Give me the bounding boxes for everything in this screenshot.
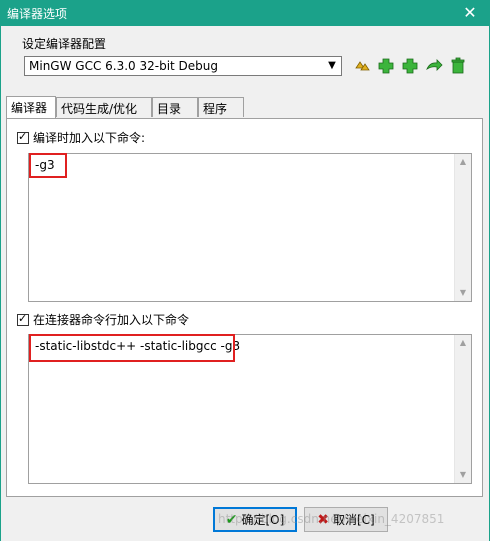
check-icon: ✓ [18, 311, 28, 325]
window-title: 编译器选项 [7, 7, 68, 21]
ok-button-label: 确定[O] [241, 513, 285, 527]
linker-cmd-scrollbar[interactable]: ▲ ▼ [454, 335, 471, 483]
scroll-down-icon[interactable]: ▼ [455, 467, 471, 483]
compile-cmd-checkbox-row[interactable]: ✓ 编译时加入以下命令: [17, 129, 145, 146]
compiler-set-value: MinGW GCC 6.3.0 32-bit Debug [29, 59, 219, 73]
checkmark-icon: ✔ [225, 511, 238, 528]
linker-cmd-checkbox-row[interactable]: ✓ 在连接器命令行加入以下命令 [17, 311, 189, 328]
title-bar: 编译器选项 ✕ [0, 0, 490, 26]
scroll-up-icon[interactable]: ▲ [455, 335, 471, 351]
highlight-box [29, 334, 235, 362]
compile-cmd-scrollbar[interactable]: ▲ ▼ [454, 154, 471, 301]
linker-cmd-checkbox[interactable]: ✓ [17, 311, 29, 326]
compile-cmd-checkbox[interactable]: ✓ [17, 129, 29, 144]
compile-cmd-label: 编译时加入以下命令: [33, 131, 146, 145]
compiler-set-select[interactable]: MinGW GCC 6.3.0 32-bit Debug ▼ [24, 56, 342, 76]
tab-directories[interactable]: 目录 [152, 97, 198, 117]
add-copy-icon[interactable] [400, 56, 420, 76]
chevron-down-icon[interactable]: ▼ [323, 57, 341, 75]
highlight-box [29, 153, 67, 178]
delete-icon[interactable] [448, 56, 468, 76]
compile-cmd-textarea[interactable]: -g3 ▲ ▼ [28, 153, 472, 302]
cancel-button-label: 取消[C] [332, 513, 375, 527]
arrow-right-icon[interactable] [424, 56, 444, 76]
scroll-down-icon[interactable]: ▼ [455, 285, 471, 301]
linker-cmd-label: 在连接器命令行加入以下命令 [33, 313, 190, 327]
ok-button[interactable]: ✔ 确定[O] [213, 507, 297, 532]
tab-programs[interactable]: 程序 [198, 97, 244, 117]
scroll-up-icon[interactable]: ▲ [455, 154, 471, 170]
rename-icon[interactable] [352, 56, 372, 76]
cancel-button[interactable]: ✖ 取消[C] [304, 507, 388, 532]
x-icon: ✖ [317, 511, 329, 528]
check-icon: ✓ [18, 129, 28, 143]
add-icon[interactable] [376, 56, 396, 76]
compiler-set-label: 设定编译器配置 [22, 37, 107, 51]
close-icon[interactable]: ✕ [450, 0, 490, 26]
tab-codegen[interactable]: 代码生成/优化 [56, 97, 152, 117]
tab-compiler[interactable]: 编译器 [6, 96, 56, 118]
